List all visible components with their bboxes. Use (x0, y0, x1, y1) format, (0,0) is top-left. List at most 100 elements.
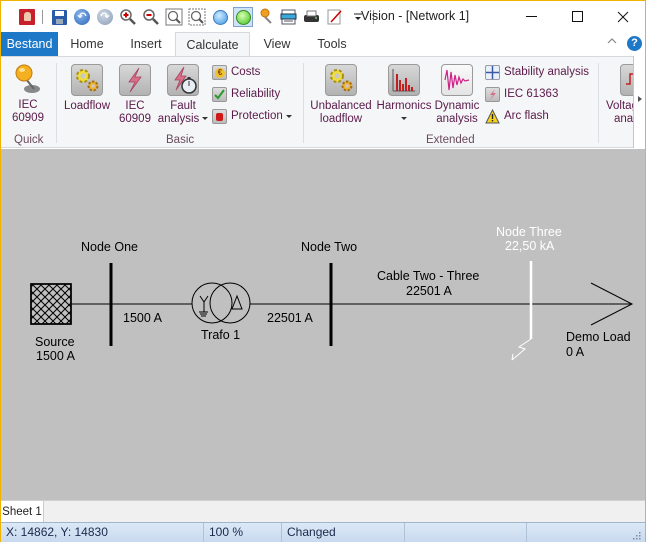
load-current: 0 A (566, 345, 585, 359)
quick-access-toolbar: ↶ ↷ (17, 6, 380, 28)
status-zoom: 100 % (204, 523, 282, 542)
cable-label: Cable Two - Three (377, 269, 480, 283)
load-label: Demo Load (566, 330, 631, 344)
group-label-basic: Basic (166, 134, 195, 146)
group-separator (56, 63, 57, 143)
green-circle-icon[interactable] (233, 7, 253, 27)
tab-calculate[interactable]: Calculate (175, 32, 250, 57)
toolbar-separator (42, 10, 43, 24)
dynamic-label-1: Dynamic (434, 100, 480, 112)
basic-iec-label-1: IEC (125, 100, 145, 112)
collapse-ribbon-button[interactable] (607, 34, 617, 48)
tab-view[interactable]: View (255, 32, 299, 56)
redo-icon[interactable]: ↷ (95, 7, 115, 27)
dynamic-label-2: analysis (436, 113, 478, 125)
cable-current: 22501 A (406, 284, 452, 298)
source-current: 1500 A (36, 349, 75, 363)
network-canvas[interactable]: Node One Node Two Node Three 22,50 kA Ca… (1, 149, 645, 500)
reliability-label: Reliability (231, 88, 281, 100)
fault-label-1: Fault (170, 100, 196, 112)
status-empty-cell (527, 523, 627, 542)
print-icon[interactable] (302, 7, 322, 27)
dynamic-analysis-button[interactable]: Dynamic analysis (433, 64, 481, 126)
gears-icon (325, 64, 357, 96)
ribbon-calculate: IEC 60909 Quick Loadflow IEC 60909 Fault… (1, 56, 645, 148)
group-separator (598, 63, 599, 143)
basic-iec60909-button[interactable]: IEC 60909 (115, 64, 155, 126)
basic-iec-label-2: 60909 (119, 113, 151, 125)
source-label: Source (35, 335, 75, 349)
resize-grip-icon[interactable] (631, 529, 641, 540)
dropdown-caret-icon (202, 117, 209, 121)
pushpin-icon (12, 63, 44, 95)
arc-flash-label: Arc flash (504, 110, 549, 122)
zoom-in-icon[interactable] (118, 7, 138, 27)
harmonics-button[interactable]: Harmonics (376, 64, 432, 126)
app-logo-icon[interactable] (17, 7, 37, 27)
unbalanced-loadflow-button[interactable]: Unbalanced loadflow (308, 64, 374, 126)
lightning-icon (119, 64, 151, 96)
warning-triangle-icon (485, 108, 500, 124)
save-icon[interactable] (49, 7, 69, 27)
ribbon-tabs: Bestand Home Insert Calculate View Tools (1, 32, 645, 57)
costs-button[interactable]: € Costs (212, 63, 260, 81)
stability-analysis-button[interactable]: Stability analysis (485, 63, 589, 81)
minimize-button[interactable] (508, 1, 554, 32)
group-separator (303, 63, 304, 143)
tab-tools[interactable]: Tools (309, 32, 355, 56)
link-one-current: 1500 A (123, 311, 162, 325)
protection-button[interactable]: Protection (212, 107, 292, 125)
app-window: ↶ ↷ Vision - [Network 1] Bestand Home In… (0, 0, 646, 542)
tab-insert[interactable]: Insert (121, 32, 171, 56)
protection-relay-icon (212, 108, 227, 124)
costs-label: Costs (231, 66, 261, 78)
dropdown-caret-icon (285, 114, 292, 118)
blue-circle-icon[interactable] (210, 7, 230, 27)
status-bar: X: 14862, Y: 14830 100 % Changed (1, 522, 645, 542)
pin-icon[interactable] (256, 7, 276, 27)
source-symbol[interactable] (30, 283, 72, 325)
harmonics-bars-icon (388, 64, 420, 96)
iec61363-label: IEC 61363 (504, 88, 559, 100)
arc-flash-button[interactable]: Arc flash (485, 107, 549, 125)
fault-analysis-button[interactable]: Fault analysis (156, 64, 210, 126)
group-label-quick: Quick (14, 134, 44, 146)
zoom-out-icon[interactable] (141, 7, 161, 27)
undo-icon[interactable]: ↶ (72, 7, 92, 27)
help-icon[interactable]: ? (627, 36, 642, 51)
loadflow-label: Loadflow (63, 100, 111, 112)
status-coordinates: X: 14862, Y: 14830 (1, 523, 204, 542)
loadflow-button[interactable]: Loadflow (61, 64, 113, 113)
close-button[interactable] (600, 1, 646, 32)
status-state: Changed (282, 523, 405, 542)
quick-iec60909-button[interactable]: IEC 60909 (7, 63, 49, 125)
node-one-label: Node One (81, 240, 138, 254)
waveform-icon (441, 64, 473, 96)
lightning-icon (485, 86, 500, 102)
protection-label: Protection (231, 110, 283, 122)
trafo-symbol[interactable] (191, 282, 251, 324)
maximize-button[interactable] (554, 1, 600, 32)
zoom-selection-icon[interactable] (187, 7, 207, 27)
window-title: Vision - [Network 1] (361, 9, 470, 23)
tab-bestand[interactable]: Bestand (1, 32, 58, 56)
zoom-fit-icon[interactable] (164, 7, 184, 27)
node-three-fault-current: 22,50 kA (505, 239, 555, 253)
stability-grid-icon (485, 64, 500, 80)
euro-coin-icon: € (212, 64, 227, 80)
edit-icon[interactable] (325, 7, 345, 27)
ribbon-scroll-right-button[interactable] (633, 56, 645, 148)
unbalanced-label-1: Unbalanced (310, 100, 372, 112)
link-two-current: 22501 A (267, 311, 313, 325)
group-label-extended: Extended (426, 134, 475, 146)
sheet-tab[interactable]: Sheet 1 (1, 501, 44, 523)
unbalanced-label-2: loadflow (319, 113, 363, 125)
dropdown-caret-icon (401, 117, 407, 121)
iec61363-button[interactable]: IEC 61363 (485, 85, 558, 103)
sheet-tabs-bar: Sheet 1 (1, 500, 645, 523)
fault-stopwatch-icon (167, 64, 199, 96)
checkmark-icon (212, 86, 227, 102)
monitor-icon[interactable] (279, 7, 299, 27)
reliability-button[interactable]: Reliability (212, 85, 280, 103)
tab-home[interactable]: Home (64, 32, 110, 56)
